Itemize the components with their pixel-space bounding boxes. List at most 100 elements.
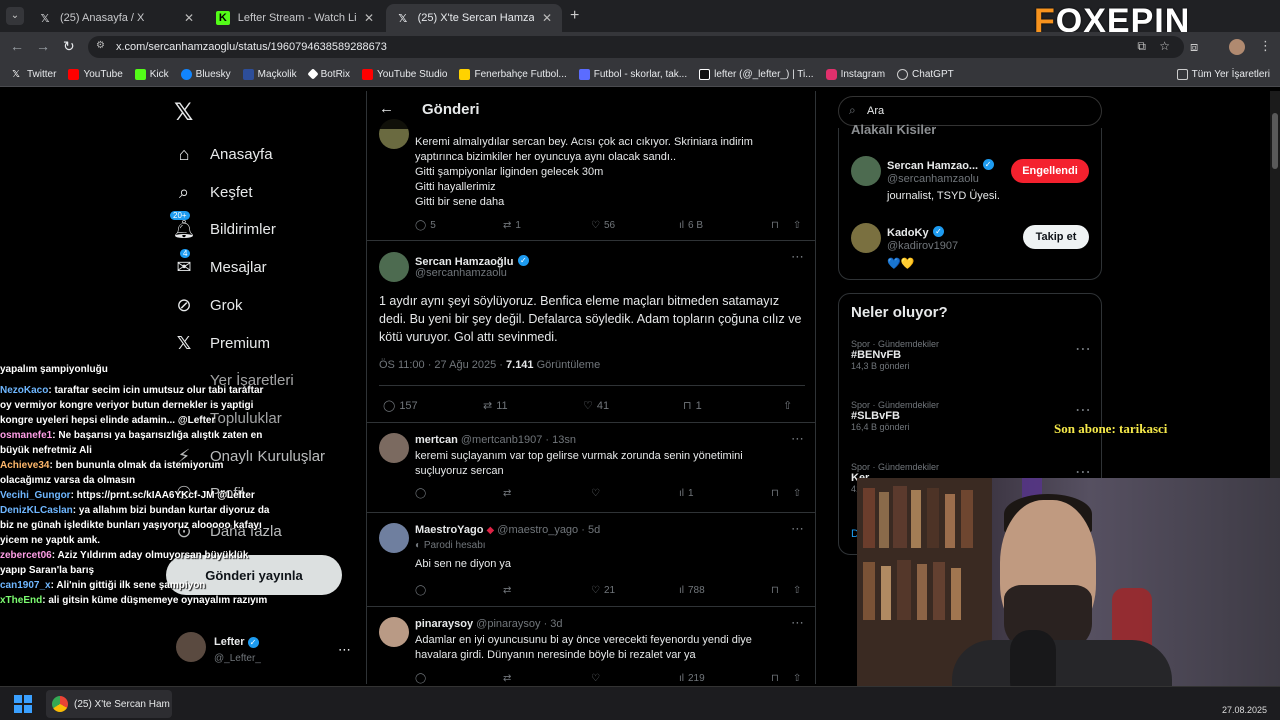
bookmark-instagram[interactable]: Instagram (825, 68, 885, 80)
nav-home[interactable]: ⌂ Anasayfa (172, 142, 273, 166)
reply-tweet[interactable]: mertcan @mertcanb1907 · 13sn ⋯ keremi su… (367, 423, 815, 513)
more-icon[interactable]: ⋯ (791, 615, 804, 631)
x-home-logo-icon[interactable]: 𝕏 (174, 98, 193, 127)
nav-premium[interactable]: 𝕏 Premium (172, 331, 270, 355)
menu-icon[interactable]: ⋮ (1259, 38, 1272, 54)
account-name[interactable]: Lefter ✓ (214, 636, 259, 648)
back-arrow-icon[interactable]: ← (379, 100, 394, 117)
like-button[interactable]: ♡ 56 (591, 220, 679, 231)
avatar[interactable] (851, 223, 881, 253)
bookmark-fenerbahce[interactable]: Fenerbahçe Futbol... (459, 68, 567, 80)
bookmark-tiktok[interactable]: lefter (@_lefter_) | Ti... (699, 68, 814, 80)
bookmark-icon[interactable]: ⊓ (771, 220, 779, 231)
x-logo-icon: 𝕏 (12, 68, 21, 80)
avatar[interactable] (851, 156, 881, 186)
nav-notifications[interactable]: 🔔︎ 20+ Bildirimler (170, 211, 276, 241)
tab-kick[interactable]: K Lefter Stream - Watch Live on K ✕ (206, 4, 384, 32)
share-icon[interactable]: ⇧ (783, 399, 792, 412)
account-avatar[interactable] (176, 632, 206, 662)
parent-tweet[interactable]: Keremi almalıydılar sercan bey. Acısı ço… (367, 111, 815, 241)
tab-tweet[interactable]: 𝕏 (25) X'te Sercan Hamzaoğlu: " ✕ (386, 4, 562, 32)
person-name[interactable]: KadoKy ✓ (887, 223, 945, 241)
nav-messages[interactable]: ✉ 4 Mesajlar (172, 249, 267, 279)
like-button[interactable]: ♡ 21 (591, 585, 679, 596)
bookmark-all-folder[interactable]: Tüm Yer İşaretleri (1176, 68, 1270, 80)
bookmark-kick[interactable]: Kick (134, 68, 169, 80)
install-icon[interactable]: ⧉ (1137, 39, 1146, 54)
share-icon[interactable]: ⇧ (793, 673, 801, 684)
person-name[interactable]: Sercan Hamzao... ✓ (887, 156, 994, 174)
more-icon[interactable]: ⋯ (1075, 339, 1091, 359)
reply-tweet[interactable]: pinaraysoy @pinaraysoy · 3d ⋯ Adamlar en… (367, 607, 815, 684)
bookmark-mackolik[interactable]: Maçkolik (242, 68, 297, 80)
reply-button[interactable]: ◯ (415, 488, 503, 499)
avatar[interactable] (379, 252, 409, 282)
views-button[interactable]: ıl 788 (679, 585, 767, 596)
account-menu-icon[interactable]: ⋯ (338, 642, 351, 658)
nav-explore[interactable]: ⌕ Keşfet (172, 180, 253, 204)
tab-home[interactable]: 𝕏 (25) Anasayfa / X ✕ (28, 4, 204, 32)
site-info-icon[interactable]: ⚙ (96, 40, 105, 51)
star-icon[interactable]: ☆ (1159, 39, 1170, 53)
repost-button[interactable]: ⇄ (503, 488, 591, 499)
like-button[interactable]: ♡ 41 (583, 399, 683, 413)
bookmark-twitter[interactable]: 𝕏 Twitter (12, 69, 56, 80)
profile-avatar[interactable] (1229, 39, 1245, 55)
reload-icon[interactable]: ↻ (63, 38, 75, 55)
bookmark-chatgpt[interactable]: ChatGPT (897, 68, 954, 80)
repost-button[interactable]: ⇄ (503, 585, 591, 596)
forward-icon[interactable]: → (36, 38, 50, 54)
bookmark-icon[interactable]: ⊓ (771, 673, 779, 684)
bookmark-youtube-studio[interactable]: YouTube Studio (362, 68, 447, 80)
close-icon[interactable]: ✕ (542, 11, 552, 25)
scrollbar-thumb[interactable] (1272, 113, 1278, 169)
extensions-icon[interactable]: ⧈ (1190, 39, 1198, 55)
avatar[interactable] (379, 523, 409, 553)
more-icon[interactable]: ⋯ (1075, 400, 1091, 420)
new-tab-button[interactable]: + (570, 7, 579, 25)
heart-icon: ♡ (583, 400, 593, 412)
follow-button[interactable]: Takip et (1023, 225, 1089, 249)
tab-search-button[interactable]: ⌄ (6, 7, 24, 25)
back-icon[interactable]: ← (10, 38, 24, 54)
share-icon[interactable]: ⇧ (793, 488, 801, 499)
blocked-button[interactable]: Engellendi (1011, 159, 1089, 183)
like-button[interactable]: ♡ (591, 488, 679, 499)
taskbar-chrome-app[interactable]: (25) X'te Sercan Hamzao (46, 690, 172, 718)
reply-button[interactable]: ◯ (415, 673, 503, 684)
views-button[interactable]: ıl 6 B (679, 220, 767, 231)
close-icon[interactable]: ✕ (364, 11, 374, 25)
views-button[interactable]: ıl 219 (679, 673, 767, 684)
trend-item[interactable]: Spor · Gündemdekiler #BENvFB 14,3 B gönd… (851, 339, 1091, 371)
chat-message: can1907_x: Ali'nin gittiği ilk sene şamp… (0, 580, 206, 591)
more-icon[interactable]: ⋯ (791, 249, 804, 265)
bookmark-flashscore[interactable]: Futbol - skorlar, tak... (578, 68, 687, 80)
views-button[interactable]: ıl 1 (679, 488, 767, 499)
bookmark-icon[interactable]: ⊓ (771, 585, 779, 596)
bookmark-button[interactable]: ⊓ 1 (683, 399, 783, 413)
nav-grok[interactable]: ⊘ Grok (172, 293, 242, 317)
bookmark-bluesky[interactable]: Bluesky (180, 68, 231, 80)
avatar[interactable] (379, 617, 409, 647)
repost-button[interactable]: ⇄ (503, 673, 591, 684)
share-icon[interactable]: ⇧ (793, 220, 801, 231)
more-icon[interactable]: ⋯ (791, 521, 804, 537)
like-button[interactable]: ♡ (591, 673, 679, 684)
more-icon[interactable]: ⋯ (791, 431, 804, 447)
bookmark-icon[interactable]: ⊓ (771, 488, 779, 499)
share-icon[interactable]: ⇧ (793, 585, 801, 596)
author-handle[interactable]: @sercanhamzaolu (415, 267, 507, 279)
reply-tweet[interactable]: MaestroYago ◆ @maestro_yago · 5d ⋯ ◐ Par… (367, 513, 815, 607)
chart-icon: ıl (679, 673, 684, 684)
bookmark-botrix[interactable]: BotRix (306, 68, 350, 80)
avatar[interactable] (379, 433, 409, 463)
repost-button[interactable]: ⇄ 11 (483, 399, 583, 413)
url-input[interactable]: ⚙ x.com/sercanhamzaoglu/status/196079463… (88, 36, 1184, 58)
reply-button[interactable]: ◯ 5 (415, 220, 503, 231)
close-icon[interactable]: ✕ (184, 11, 194, 25)
bookmark-youtube[interactable]: YouTube (68, 68, 123, 80)
windows-start-icon[interactable] (14, 695, 32, 713)
reply-button[interactable]: ◯ (415, 585, 503, 596)
reply-button[interactable]: ◯ 157 (383, 399, 483, 413)
repost-button[interactable]: ⇄ 1 (503, 220, 591, 231)
